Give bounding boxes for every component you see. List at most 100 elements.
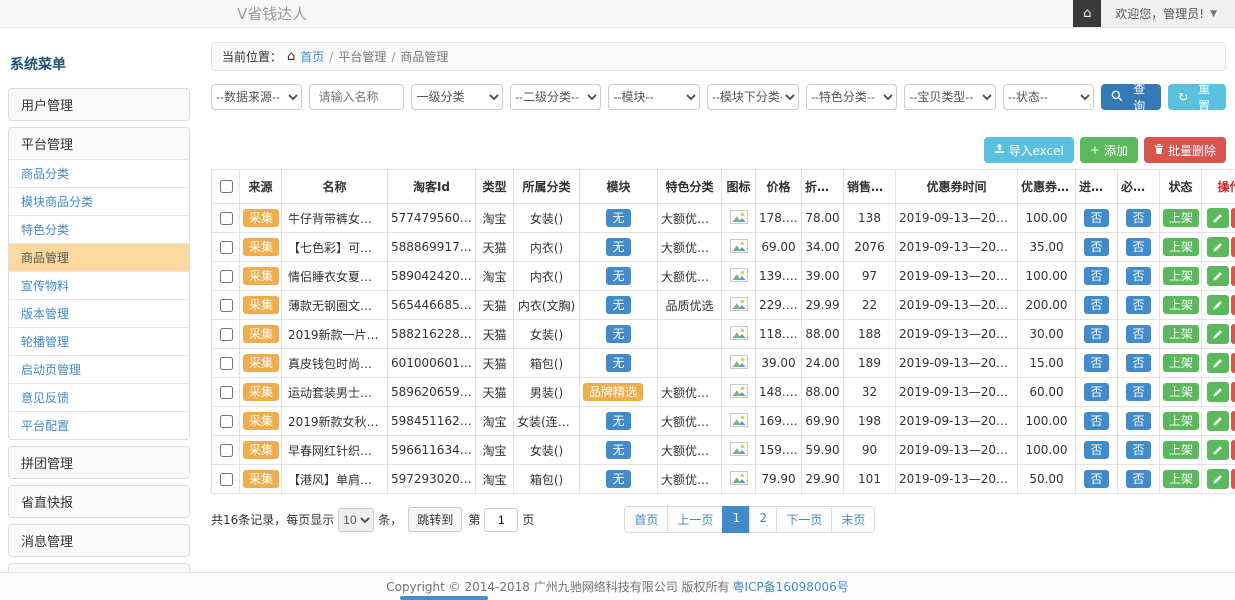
import-select-toggle[interactable]: 否 (1084, 354, 1108, 372)
filter-select-2[interactable]: --模块-- (608, 84, 699, 110)
delete-button[interactable] (1231, 208, 1235, 228)
must-buy-toggle[interactable]: 否 (1126, 238, 1150, 256)
sidebar-subitem[interactable]: 商品分类 (9, 159, 189, 187)
name-search-input[interactable] (309, 84, 404, 110)
delete-button[interactable] (1231, 469, 1235, 489)
page-button-4[interactable]: 下一页 (776, 506, 832, 533)
add-button[interactable]: + 添加 (1080, 137, 1138, 163)
sidebar-subitem[interactable]: 意见反馈 (9, 383, 189, 411)
edit-button[interactable] (1207, 440, 1229, 460)
row-checkbox[interactable] (220, 241, 233, 254)
row-checkbox[interactable] (220, 444, 233, 457)
import-select-toggle[interactable]: 否 (1084, 383, 1108, 401)
filter-select-6[interactable]: --状态-- (1003, 84, 1094, 110)
must-buy-toggle[interactable]: 否 (1126, 267, 1150, 285)
delete-button[interactable] (1231, 324, 1235, 344)
sidebar-item-4[interactable]: 消息管理 (9, 525, 189, 556)
import-select-toggle[interactable]: 否 (1084, 325, 1108, 343)
must-buy-toggle[interactable]: 否 (1126, 325, 1150, 343)
sidebar-item-0[interactable]: 用户管理 (9, 89, 189, 120)
must-buy-toggle[interactable]: 否 (1126, 441, 1150, 459)
must-buy-toggle[interactable]: 否 (1126, 354, 1150, 372)
import-select-toggle[interactable]: 否 (1084, 441, 1108, 459)
breadcrumb-home-link[interactable]: 首页 (300, 48, 324, 65)
edit-button[interactable] (1207, 295, 1229, 315)
status-toggle[interactable]: 上架 (1163, 296, 1199, 314)
status-toggle[interactable]: 上架 (1163, 441, 1199, 459)
must-buy-toggle[interactable]: 否 (1126, 470, 1150, 488)
import-select-toggle[interactable]: 否 (1084, 267, 1108, 285)
sidebar-subitem[interactable]: 宣传物料 (9, 271, 189, 299)
jump-page-input[interactable] (484, 508, 518, 532)
must-buy-toggle[interactable]: 否 (1126, 412, 1150, 430)
select-all-checkbox[interactable] (220, 180, 233, 193)
delete-button[interactable] (1231, 382, 1235, 402)
home-button[interactable]: ⌂ (1073, 0, 1101, 27)
import-excel-button[interactable]: 导入excel (984, 137, 1074, 163)
delete-button[interactable] (1231, 295, 1235, 315)
reset-button[interactable]: ↻ 重置 (1168, 84, 1226, 110)
batch-delete-button[interactable]: 批量删除 (1144, 137, 1226, 163)
sidebar-item-1[interactable]: 平台管理 (9, 128, 189, 159)
filter-select-4[interactable]: --特色分类-- (806, 84, 897, 110)
status-toggle[interactable]: 上架 (1163, 470, 1199, 488)
page-button-0[interactable]: 首页 (624, 506, 668, 533)
jump-button[interactable]: 跳转到 (408, 507, 462, 532)
delete-button[interactable] (1231, 353, 1235, 373)
edit-button[interactable] (1207, 469, 1229, 489)
status-toggle[interactable]: 上架 (1163, 238, 1199, 256)
page-button-3[interactable]: 2 (749, 506, 777, 533)
status-toggle[interactable]: 上架 (1163, 209, 1199, 227)
user-menu[interactable]: 欢迎您，管理员! ▼ (1101, 0, 1235, 27)
delete-button[interactable] (1231, 237, 1235, 257)
sidebar-subitem[interactable]: 轮播管理 (9, 327, 189, 355)
status-toggle[interactable]: 上架 (1163, 383, 1199, 401)
row-checkbox[interactable] (220, 328, 233, 341)
page-button-5[interactable]: 末页 (831, 506, 875, 533)
row-checkbox[interactable] (220, 386, 233, 399)
import-select-toggle[interactable]: 否 (1084, 238, 1108, 256)
status-toggle[interactable]: 上架 (1163, 354, 1199, 372)
delete-button[interactable] (1231, 440, 1235, 460)
search-button[interactable]: 查询 (1101, 84, 1161, 110)
import-select-toggle[interactable]: 否 (1084, 209, 1108, 227)
sidebar-subitem[interactable]: 商品管理 (9, 243, 189, 271)
status-toggle[interactable]: 上架 (1163, 267, 1199, 285)
status-toggle[interactable]: 上架 (1163, 412, 1199, 430)
status-toggle[interactable]: 上架 (1163, 325, 1199, 343)
edit-button[interactable] (1207, 266, 1229, 286)
must-buy-toggle[interactable]: 否 (1126, 209, 1150, 227)
row-checkbox[interactable] (220, 299, 233, 312)
edit-button[interactable] (1207, 237, 1229, 257)
filter-select-source[interactable]: --数据来源-- (211, 84, 302, 110)
row-checkbox[interactable] (220, 357, 233, 370)
delete-button[interactable] (1231, 266, 1235, 286)
edit-button[interactable] (1207, 353, 1229, 373)
import-select-toggle[interactable]: 否 (1084, 412, 1108, 430)
icp-link[interactable]: 粤ICP备16098006号 (733, 578, 849, 595)
page-button-2[interactable]: 1 (722, 506, 750, 533)
sidebar-subitem[interactable]: 启动页管理 (9, 355, 189, 383)
page-button-1[interactable]: 上一页 (667, 506, 723, 533)
must-buy-toggle[interactable]: 否 (1126, 383, 1150, 401)
sidebar-item-3[interactable]: 省直快报 (9, 486, 189, 517)
row-checkbox[interactable] (220, 270, 233, 283)
per-page-select[interactable]: 10 (338, 508, 374, 532)
row-checkbox[interactable] (220, 473, 233, 486)
delete-button[interactable] (1231, 411, 1235, 431)
edit-button[interactable] (1207, 324, 1229, 344)
row-checkbox[interactable] (220, 212, 233, 225)
sidebar-subitem[interactable]: 平台配置 (9, 411, 189, 439)
filter-select-1[interactable]: --二级分类-- (510, 84, 601, 110)
edit-button[interactable] (1207, 208, 1229, 228)
sidebar-subitem[interactable]: 特色分类 (9, 215, 189, 243)
filter-select-5[interactable]: --宝贝类型-- (904, 84, 995, 110)
must-buy-toggle[interactable]: 否 (1126, 296, 1150, 314)
sidebar-subitem[interactable]: 版本管理 (9, 299, 189, 327)
row-checkbox[interactable] (220, 415, 233, 428)
sidebar-subitem[interactable]: 模块商品分类 (9, 187, 189, 215)
edit-button[interactable] (1207, 382, 1229, 402)
filter-select-0[interactable]: 一级分类 (411, 84, 502, 110)
edit-button[interactable] (1207, 411, 1229, 431)
import-select-toggle[interactable]: 否 (1084, 296, 1108, 314)
